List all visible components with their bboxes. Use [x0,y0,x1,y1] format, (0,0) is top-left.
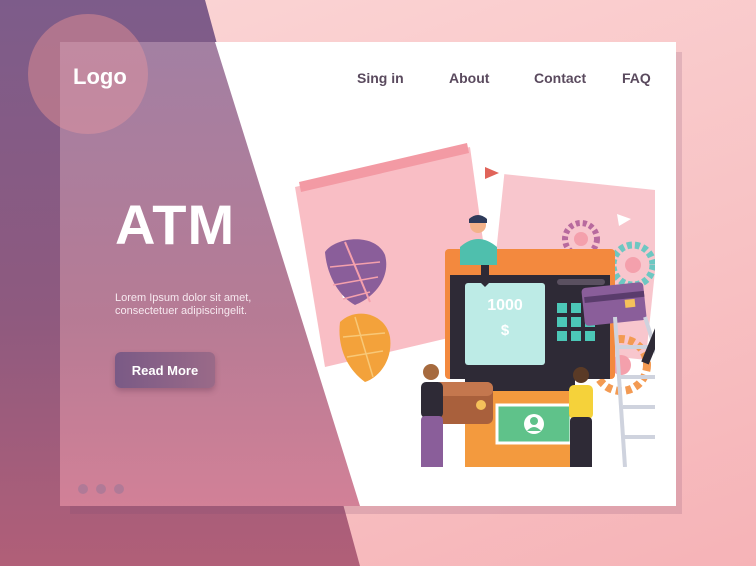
landing-card: Logo Sing in About Contact FAQ ATM Lorem… [60,42,676,506]
pagination-dots [78,484,124,494]
pagination-dot-2[interactable] [96,484,106,494]
atm-illustration: 1000 $ [295,143,655,467]
atm-screen-amount: 1000 [487,297,523,314]
hero-title: ATM [115,193,236,256]
person-left [421,364,443,467]
nav-sign-in[interactable]: Sing in [357,70,404,86]
pagination-dot-1[interactable] [78,484,88,494]
nav-contact[interactable]: Contact [534,70,586,86]
pagination-dot-3[interactable] [114,484,124,494]
banknote-icon [495,403,573,445]
nav-about[interactable]: About [449,70,489,86]
read-more-button[interactable]: Read More [115,352,215,388]
logo[interactable]: Logo [73,64,127,90]
atm-screen-currency: $ [501,322,510,339]
nav-faq[interactable]: FAQ [622,70,651,86]
wallet-icon [435,382,493,424]
